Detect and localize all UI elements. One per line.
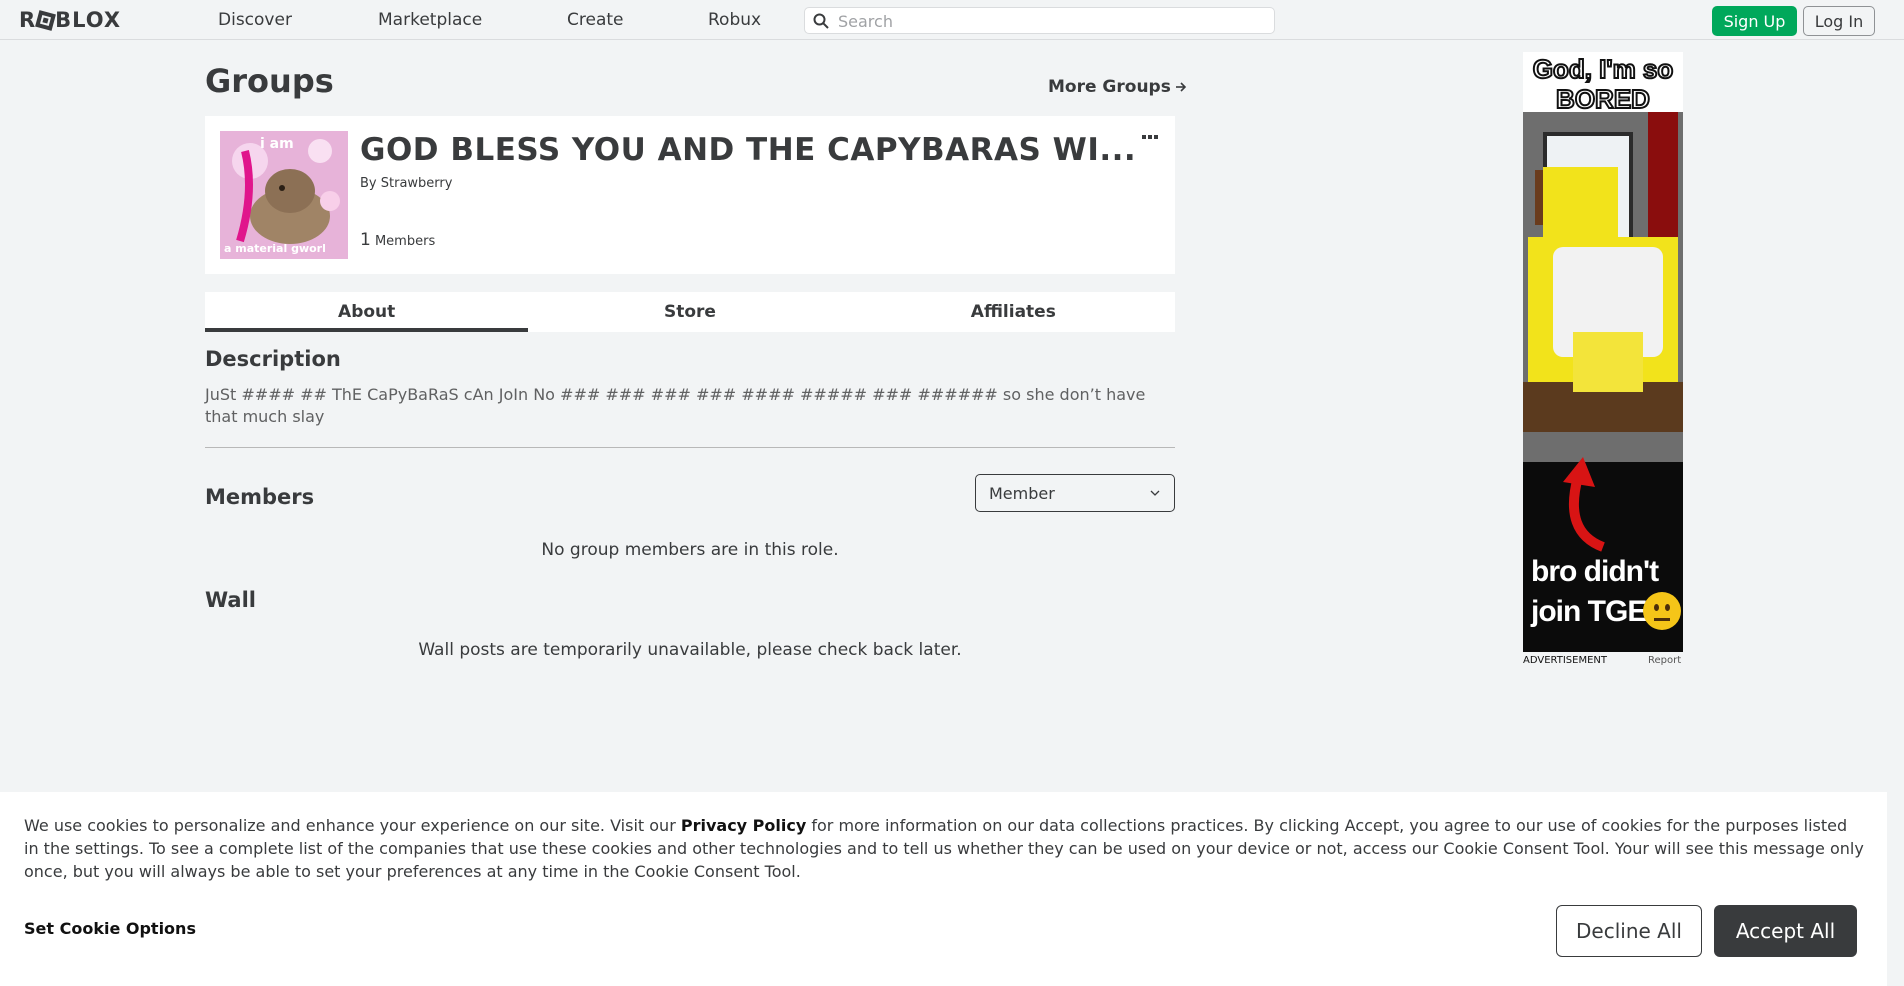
group-description: JuSt #### ## ThE CaPyBaRaS cAn JoIn No #… (205, 385, 1146, 426)
more-groups-label: More Groups (1048, 77, 1171, 97)
sign-up-button[interactable]: Sign Up (1712, 6, 1797, 36)
top-navigation-bar: R BLOX Discover Marketplace Create Robux … (0, 0, 1904, 40)
ad-headline: God, I'm so BORED (1532, 53, 1675, 115)
member-count-label: Members (374, 234, 436, 249)
section-divider (205, 447, 1175, 448)
wall-unavailable-message: Wall posts are temporarily unavailable, … (418, 640, 962, 660)
red-arrow-icon (1563, 457, 1605, 552)
role-dropdown-value: Member (989, 484, 1055, 503)
thumbnail-text-bottom: a material gworl (224, 242, 326, 255)
privacy-policy-link[interactable]: Privacy Policy (681, 816, 806, 835)
tab-store[interactable]: Store (528, 292, 851, 332)
member-count-value: 1 (360, 230, 371, 250)
ad-caption-line1: bro didn't (1531, 555, 1659, 588)
advertisement-banner[interactable]: God, I'm so BORED bro didn't join TGE (1523, 52, 1683, 652)
no-members-message: No group members are in this role. (541, 540, 839, 560)
description-title: Description (205, 347, 341, 371)
ad-cube-image (1573, 332, 1643, 392)
search-box[interactable] (804, 7, 1275, 34)
advertisement-label: ADVERTISEMENT (1523, 655, 1608, 666)
roblox-logo[interactable]: R BLOX (19, 8, 121, 32)
more-groups-link[interactable]: More Groups (1048, 77, 1187, 97)
tab-about[interactable]: About (205, 292, 529, 332)
group-name: GOD BLESS YOU AND THE CAPYBARAS WI... (360, 132, 1137, 168)
nav-create[interactable]: Create (567, 10, 624, 30)
group-header-card: i am a material gworl GOD BLESS YOU AND … (205, 116, 1175, 274)
thumbnail-text-top: i am (260, 136, 294, 152)
search-input[interactable] (838, 10, 1258, 32)
group-owner-line: By Strawberry (360, 176, 452, 191)
nav-robux[interactable]: Robux (708, 10, 761, 30)
group-member-count: 1 Members (360, 230, 435, 250)
log-in-button[interactable]: Log In (1803, 6, 1875, 36)
set-cookie-options-link[interactable]: Set Cookie Options (24, 919, 196, 938)
ad-character-head (1543, 167, 1618, 247)
members-title: Members (205, 485, 315, 509)
nav-marketplace[interactable]: Marketplace (378, 10, 482, 30)
by-prefix: By (360, 176, 377, 191)
cookie-text-before: We use cookies to personalize and enhanc… (24, 816, 681, 835)
tab-affiliates[interactable]: Affiliates (852, 292, 1175, 332)
cookie-consent-text: We use cookies to personalize and enhanc… (24, 814, 1864, 883)
group-owner-link[interactable]: Strawberry (381, 176, 453, 191)
chevron-down-icon (1150, 490, 1160, 496)
decline-all-button[interactable]: Decline All (1556, 905, 1702, 957)
logo-o-icon (35, 9, 57, 31)
group-tabs: About Store Affiliates (205, 292, 1175, 332)
role-dropdown[interactable]: Member (975, 474, 1175, 512)
cookie-consent-banner: We use cookies to personalize and enhanc… (0, 792, 1887, 986)
page-scrollbar[interactable] (1887, 40, 1904, 986)
neutral-face-emoji-icon (1643, 592, 1681, 630)
ad-report-link[interactable]: Report (1648, 655, 1681, 666)
search-icon (813, 13, 829, 29)
wall-title: Wall (205, 588, 256, 612)
nav-discover[interactable]: Discover (218, 10, 292, 30)
arrow-right-icon (1175, 82, 1186, 92)
page-title: Groups (205, 62, 334, 100)
more-options-icon[interactable] (1142, 132, 1162, 142)
accept-all-button[interactable]: Accept All (1714, 905, 1857, 957)
group-thumbnail[interactable]: i am a material gworl (220, 131, 348, 259)
